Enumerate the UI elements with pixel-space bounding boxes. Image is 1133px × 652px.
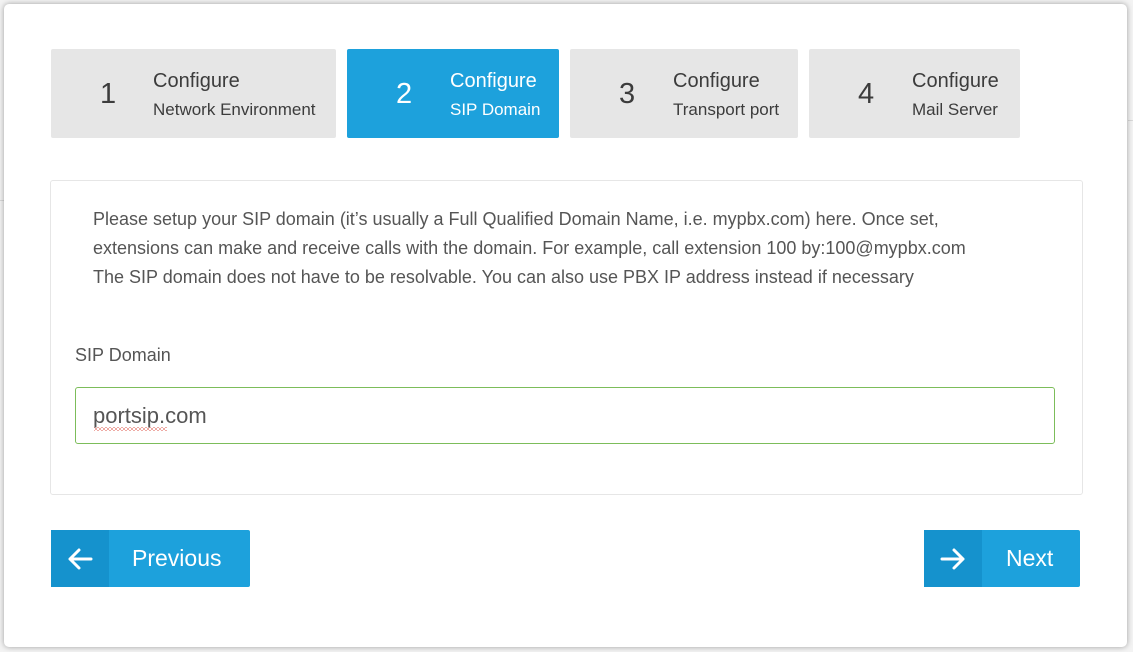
step-sip-domain[interactable]: 2 Configure SIP Domain [347, 49, 559, 138]
next-button[interactable]: Next [924, 530, 1080, 587]
background-divider [1128, 120, 1133, 121]
arrow-left-icon [51, 530, 109, 587]
arrow-right-icon [924, 530, 982, 587]
step-number: 2 [396, 78, 413, 110]
step-transport-port[interactable]: 3 Configure Transport port [570, 49, 798, 138]
step-network-environment[interactable]: 1 Configure Network Environment [51, 49, 336, 138]
description-line: extensions can make and receive calls wi… [93, 238, 966, 258]
description-line: The SIP domain does not have to be resol… [93, 267, 914, 287]
step-title: Configure [673, 70, 760, 92]
step-number: 3 [619, 78, 636, 110]
previous-button[interactable]: Previous [51, 530, 250, 587]
step-subtitle: Transport port [673, 100, 780, 119]
step-title: Configure [450, 70, 537, 92]
previous-label: Previous [132, 545, 222, 571]
sip-domain-panel: Please setup your SIP domain (it’s usual… [50, 180, 1083, 495]
description-line: Please setup your SIP domain (it’s usual… [93, 209, 939, 229]
step-number: 4 [858, 78, 875, 110]
step-title: Configure [153, 70, 240, 92]
step-title: Configure [912, 70, 999, 92]
step-mail-server[interactable]: 4 Configure Mail Server [809, 49, 1020, 138]
step-subtitle: Mail Server [912, 100, 998, 119]
spellcheck-underline [94, 427, 167, 431]
sip-domain-input[interactable] [75, 387, 1055, 444]
step-number: 1 [100, 78, 117, 110]
setup-wizard-dialog: 1 Configure Network Environment 2 Config… [4, 4, 1127, 647]
step-subtitle: Network Environment [153, 100, 316, 119]
sip-domain-description: Please setup your SIP domain (it’s usual… [93, 205, 1053, 292]
step-subtitle: SIP Domain [450, 100, 541, 119]
sip-domain-label: SIP Domain [75, 345, 171, 365]
next-label: Next [1006, 545, 1054, 571]
